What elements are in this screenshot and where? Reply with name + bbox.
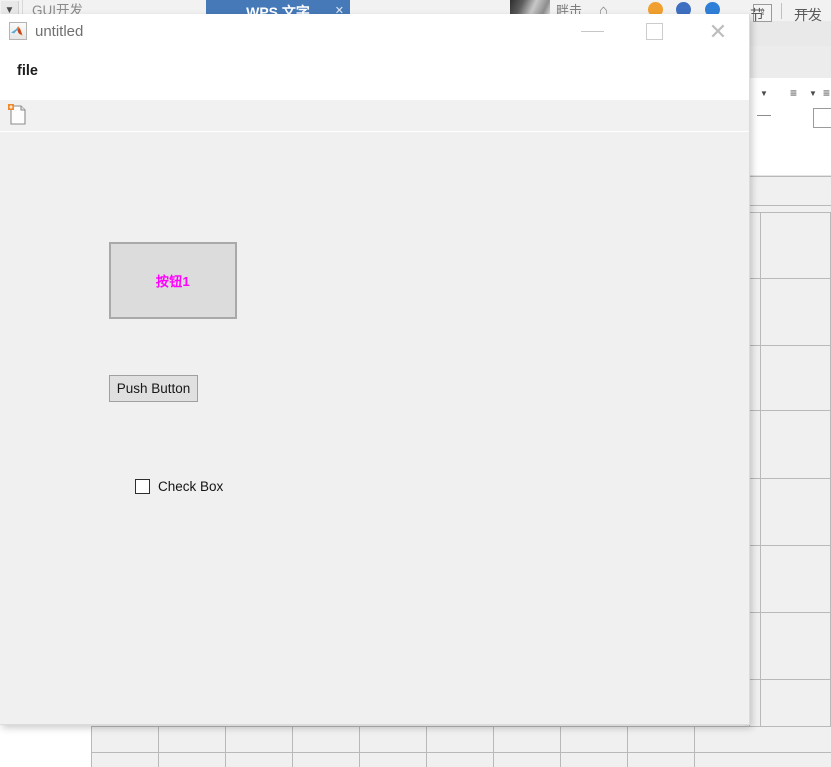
maximize-icon: [646, 23, 663, 40]
grid-line: [745, 410, 831, 411]
check-box-label: Check Box: [158, 479, 224, 494]
ribbon-tab-developer[interactable]: 开发: [794, 4, 822, 26]
push-button-label: Push Button: [116, 381, 191, 396]
grid-line: [745, 679, 831, 680]
check-box-input[interactable]: [135, 479, 150, 494]
grid-line: [745, 278, 831, 279]
background-ribbon-icons: [745, 78, 831, 108]
grid-line: [760, 212, 761, 767]
grid-line: [292, 726, 293, 767]
matlab-guide-window: untitled ✕ file 按钮1 Push Button Check Bo…: [0, 14, 750, 725]
grid-line: [745, 478, 831, 479]
grid-line: [745, 205, 831, 206]
grid-line: [745, 612, 831, 613]
grid-line: [745, 176, 831, 177]
grid-line: [426, 726, 427, 767]
window-titlebar: untitled ✕: [0, 14, 749, 48]
grid-line: [225, 726, 226, 767]
background-table-grid-bottom: [91, 726, 831, 767]
grid-line: [91, 726, 92, 767]
horizontal-rule: [757, 115, 771, 116]
ribbon-tab-section[interactable]: 节: [750, 4, 764, 26]
menu-bar: file: [0, 48, 749, 113]
grid-line: [694, 726, 695, 767]
window-close-button[interactable]: ✕: [695, 14, 741, 48]
background-ribbon-tabs: [745, 46, 831, 79]
matlab-logo-icon: [9, 22, 27, 40]
window-minimize-button[interactable]: [570, 14, 616, 48]
grid-line: [745, 345, 831, 346]
menu-item-file[interactable]: file: [12, 60, 43, 82]
font-dropdown-caret-icon[interactable]: ▼: [760, 89, 768, 98]
grid-line: [627, 726, 628, 767]
toolbar-divider: [781, 3, 782, 19]
minimize-icon: [581, 31, 604, 32]
toolbar: [0, 100, 749, 132]
close-icon: ✕: [708, 19, 728, 44]
numbered-list-icon[interactable]: ≡: [823, 86, 830, 100]
bullet-list-icon[interactable]: ≡: [790, 86, 797, 100]
grid-line: [158, 726, 159, 767]
window-title: untitled: [35, 23, 84, 40]
gui-design-canvas[interactable]: 按钮1 Push Button Check Box: [0, 131, 749, 724]
bullet-list-dropdown-caret-icon[interactable]: ▼: [809, 89, 817, 98]
grid-line: [91, 752, 831, 753]
big-push-button[interactable]: 按钮1: [109, 242, 237, 319]
new-file-button[interactable]: [6, 103, 30, 127]
window-maximize-button[interactable]: [632, 14, 678, 48]
grid-line: [745, 545, 831, 546]
grid-line: [493, 726, 494, 767]
grid-line: [359, 726, 360, 767]
grid-line: [745, 212, 831, 213]
empty-cell: [813, 108, 831, 128]
big-push-button-label: 按钮1: [155, 274, 191, 289]
check-box[interactable]: Check Box: [135, 479, 223, 494]
push-button[interactable]: Push Button: [109, 375, 198, 402]
grid-line: [91, 726, 831, 727]
grid-line: [560, 726, 561, 767]
